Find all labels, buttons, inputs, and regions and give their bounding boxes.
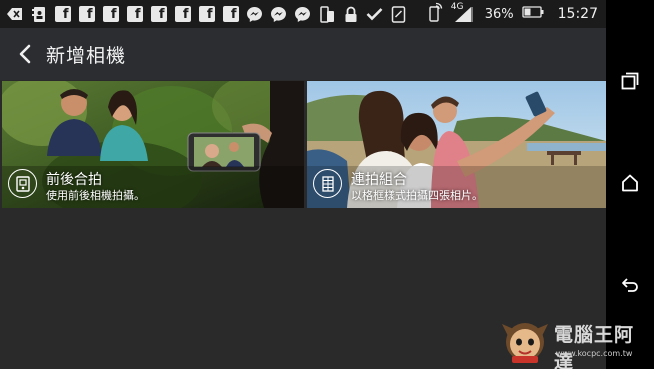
page-title: 新增相機 bbox=[46, 45, 127, 67]
option-title: 前後合拍 bbox=[46, 172, 102, 188]
navigation-bar bbox=[606, 0, 654, 369]
facebook-icon: f bbox=[198, 6, 215, 23]
back-arrow-notification-icon bbox=[6, 6, 23, 23]
app-bar: 新增相機 bbox=[0, 28, 606, 80]
recent-apps-icon bbox=[621, 72, 639, 90]
screen-rotate-icon bbox=[318, 5, 335, 23]
battery-percent: 36% bbox=[484, 6, 514, 22]
option-photo-booth[interactable]: 連拍組合 以格框樣式拍攝四張相片。 bbox=[307, 81, 606, 208]
notification-icons: f f f f f f f f bbox=[6, 5, 407, 23]
facebook-icon: f bbox=[174, 6, 191, 23]
phone-card-icon bbox=[390, 5, 407, 23]
facebook-icon: f bbox=[78, 6, 95, 23]
facebook-icon: f bbox=[126, 6, 143, 23]
watermark: 電腦王阿達 www.kocpc.com.tw bbox=[498, 318, 648, 369]
watermark-url: www.kocpc.com.tw bbox=[556, 349, 633, 358]
facebook-icon: f bbox=[54, 6, 71, 23]
check-icon bbox=[366, 6, 383, 23]
messenger-icon bbox=[246, 6, 263, 23]
photo-booth-grid-icon bbox=[313, 169, 342, 198]
messenger-icon bbox=[270, 6, 287, 23]
clock: 15:27 bbox=[557, 6, 598, 22]
facebook-icon: f bbox=[222, 6, 239, 23]
messenger-icon bbox=[294, 6, 311, 23]
facebook-icon: f bbox=[102, 6, 119, 23]
home-button[interactable] bbox=[617, 170, 643, 196]
signal-4g-icon: 4G bbox=[451, 2, 477, 24]
phonebook-icon bbox=[30, 6, 47, 23]
watermark-text: 電腦王阿達 bbox=[554, 324, 635, 369]
status-bar: f f f f f f f f 4G 36% 15:27 bbox=[0, 0, 606, 28]
nfc-phone-icon bbox=[429, 2, 443, 26]
battery-icon bbox=[521, 6, 544, 22]
back-icon bbox=[622, 278, 638, 292]
lock-icon bbox=[342, 6, 359, 23]
option-subtitle: 使用前後相機拍攝。 bbox=[46, 189, 145, 202]
facebook-icon: f bbox=[150, 6, 167, 23]
option-front-back-camera[interactable]: 前後合拍 使用前後相機拍攝。 bbox=[2, 81, 304, 208]
mascot-logo bbox=[502, 323, 548, 363]
chevron-left-icon bbox=[19, 44, 31, 64]
back-button[interactable] bbox=[12, 40, 38, 68]
recent-apps-button[interactable] bbox=[617, 68, 643, 94]
option-title: 連拍組合 bbox=[351, 172, 407, 188]
status-indicators: 4G 36% 15:27 bbox=[429, 2, 598, 26]
front-back-camera-icon bbox=[8, 169, 37, 198]
option-subtitle: 以格框樣式拍攝四張相片。 bbox=[351, 189, 483, 202]
nav-back-button[interactable] bbox=[617, 271, 643, 297]
screen: f f f f f f f f 4G 36% 15:27 新增相機 前後合拍 使… bbox=[0, 0, 654, 369]
home-icon bbox=[622, 174, 638, 192]
